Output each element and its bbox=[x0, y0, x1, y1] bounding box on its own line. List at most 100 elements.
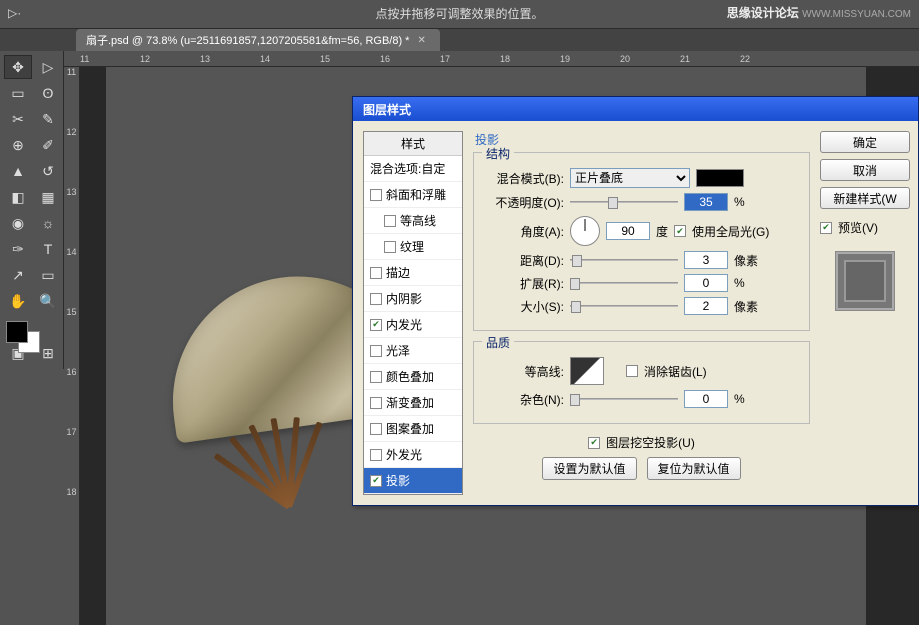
spread-label: 扩展(R): bbox=[486, 275, 564, 292]
distance-slider[interactable] bbox=[570, 253, 678, 267]
tools-panel: ✥ ▷ ▭ ʘ ✂ ✎ ⊕ ✐ ▲ ↺ ◧ ▦ ◉ ☼ ✑ T ↗ ▭ ✋ 🔍 … bbox=[0, 51, 64, 369]
angle-dial[interactable] bbox=[570, 216, 600, 246]
contour-row[interactable]: 等高线 bbox=[364, 208, 462, 234]
hand-tool[interactable]: ✋ bbox=[4, 289, 32, 313]
params-panel: 投影 结构 混合模式(B): 正片叠底 不透明度(O): % 角度(A): bbox=[473, 131, 810, 495]
cancel-button[interactable]: 取消 bbox=[820, 159, 910, 181]
eraser-tool[interactable]: ◧ bbox=[4, 185, 32, 209]
eyedropper-tool[interactable]: ✎ bbox=[34, 107, 62, 131]
knockout-checkbox[interactable] bbox=[588, 437, 600, 449]
satin-row[interactable]: 光泽 bbox=[364, 338, 462, 364]
noise-input[interactable] bbox=[684, 390, 728, 408]
color-swatches[interactable] bbox=[4, 319, 62, 355]
global-light-checkbox[interactable] bbox=[674, 225, 686, 237]
knockout-label: 图层挖空投影(U) bbox=[606, 434, 695, 451]
styles-header[interactable]: 样式 bbox=[364, 132, 462, 156]
ruler-vertical: 1112131415161718 bbox=[64, 67, 80, 625]
dodge-tool[interactable]: ☼ bbox=[34, 211, 62, 235]
outer-glow-row[interactable]: 外发光 bbox=[364, 442, 462, 468]
layer-style-dialog: 图层样式 样式 混合选项:自定 斜面和浮雕 等高线 纹理 描边 内阴影 内发光 … bbox=[352, 96, 919, 506]
antialias-checkbox[interactable] bbox=[626, 365, 638, 377]
quality-group: 品质 等高线: 消除锯齿(L) 杂色(N): % bbox=[473, 341, 810, 424]
angle-unit: 度 bbox=[656, 223, 668, 240]
document-tab-title: 扇子.psd @ 73.8% (u=2511691857,1207205581&… bbox=[86, 32, 409, 48]
distance-label: 距离(D): bbox=[486, 252, 564, 269]
pattern-overlay-row[interactable]: 图案叠加 bbox=[364, 416, 462, 442]
size-input[interactable] bbox=[684, 297, 728, 315]
watermark-brand: 思缘设计论坛 bbox=[727, 6, 799, 20]
ok-button[interactable]: 确定 bbox=[820, 131, 910, 153]
path-select-tool[interactable]: ▷ bbox=[34, 55, 62, 79]
size-slider[interactable] bbox=[570, 299, 678, 313]
inner-shadow-row[interactable]: 内阴影 bbox=[364, 286, 462, 312]
document-tab[interactable]: 扇子.psd @ 73.8% (u=2511691857,1207205581&… bbox=[76, 29, 440, 51]
preview-checkbox[interactable] bbox=[820, 222, 832, 234]
quality-legend: 品质 bbox=[482, 334, 514, 351]
stamp-tool[interactable]: ▲ bbox=[4, 159, 32, 183]
type-tool[interactable]: T bbox=[34, 237, 62, 261]
shadow-color-swatch[interactable] bbox=[696, 169, 744, 187]
inner-glow-row[interactable]: 内发光 bbox=[364, 312, 462, 338]
reset-default-button[interactable]: 复位为默认值 bbox=[647, 457, 741, 480]
noise-label: 杂色(N): bbox=[486, 391, 564, 408]
watermark-url: WWW.MISSYUAN.COM bbox=[802, 9, 911, 20]
move-tool[interactable]: ✥ bbox=[4, 55, 32, 79]
bevel-row[interactable]: 斜面和浮雕 bbox=[364, 182, 462, 208]
blending-options-row[interactable]: 混合选项:自定 bbox=[364, 156, 462, 182]
options-hint: 点按并拖移可调整效果的位置。 bbox=[375, 5, 543, 22]
lasso-tool[interactable]: ʘ bbox=[34, 81, 62, 105]
blend-mode-label: 混合模式(B): bbox=[486, 170, 564, 187]
size-label: 大小(S): bbox=[486, 298, 564, 315]
noise-slider[interactable] bbox=[570, 392, 678, 406]
preview-thumbnail bbox=[835, 251, 895, 311]
zoom-tool[interactable]: 🔍 bbox=[34, 289, 62, 313]
size-unit: 像素 bbox=[734, 298, 758, 315]
marquee-tool[interactable]: ▭ bbox=[4, 81, 32, 105]
spread-input[interactable] bbox=[684, 274, 728, 292]
antialias-label: 消除锯齿(L) bbox=[644, 363, 707, 380]
dialog-title[interactable]: 图层样式 bbox=[353, 97, 918, 121]
blend-mode-select[interactable]: 正片叠底 bbox=[570, 168, 690, 188]
foreground-color-swatch[interactable] bbox=[6, 321, 28, 343]
opacity-unit: % bbox=[734, 195, 745, 209]
gradient-overlay-row[interactable]: 渐变叠加 bbox=[364, 390, 462, 416]
opacity-input[interactable] bbox=[684, 193, 728, 211]
crop-tool[interactable]: ✂ bbox=[4, 107, 32, 131]
global-light-label: 使用全局光(G) bbox=[692, 223, 769, 240]
drop-shadow-row[interactable]: 投影 bbox=[364, 468, 462, 494]
styles-list: 样式 混合选项:自定 斜面和浮雕 等高线 纹理 描边 内阴影 内发光 光泽 颜色… bbox=[363, 131, 463, 495]
dialog-button-column: 确定 取消 新建样式(W 预览(V) bbox=[820, 131, 916, 495]
contour-label: 等高线: bbox=[486, 363, 564, 380]
spread-slider[interactable] bbox=[570, 276, 678, 290]
history-brush-tool[interactable]: ↺ bbox=[34, 159, 62, 183]
brush-tool[interactable]: ✐ bbox=[34, 133, 62, 157]
distance-unit: 像素 bbox=[734, 252, 758, 269]
path-tool[interactable]: ↗ bbox=[4, 263, 32, 287]
healing-tool[interactable]: ⊕ bbox=[4, 133, 32, 157]
move-tool-indicator[interactable]: ▷· bbox=[8, 6, 21, 20]
document-tab-bar: 扇子.psd @ 73.8% (u=2511691857,1207205581&… bbox=[0, 29, 919, 51]
panel-title: 投影 bbox=[475, 131, 810, 148]
contour-picker[interactable] bbox=[570, 357, 604, 385]
texture-row[interactable]: 纹理 bbox=[364, 234, 462, 260]
stroke-row[interactable]: 描边 bbox=[364, 260, 462, 286]
close-icon[interactable]: ✕ bbox=[417, 35, 425, 46]
ruler-horizontal: 111213141516171819202122 bbox=[64, 51, 919, 67]
blur-tool[interactable]: ◉ bbox=[4, 211, 32, 235]
noise-unit: % bbox=[734, 392, 745, 406]
new-style-button[interactable]: 新建样式(W bbox=[820, 187, 910, 209]
structure-legend: 结构 bbox=[482, 145, 514, 162]
gradient-tool[interactable]: ▦ bbox=[34, 185, 62, 209]
spread-unit: % bbox=[734, 276, 745, 290]
structure-group: 结构 混合模式(B): 正片叠底 不透明度(O): % 角度(A): 度 bbox=[473, 152, 810, 331]
color-overlay-row[interactable]: 颜色叠加 bbox=[364, 364, 462, 390]
shape-tool[interactable]: ▭ bbox=[34, 263, 62, 287]
preview-label: 预览(V) bbox=[838, 219, 878, 236]
opacity-slider[interactable] bbox=[570, 195, 678, 209]
opacity-label: 不透明度(O): bbox=[486, 194, 564, 211]
pen-tool[interactable]: ✑ bbox=[4, 237, 32, 261]
angle-label: 角度(A): bbox=[486, 223, 564, 240]
distance-input[interactable] bbox=[684, 251, 728, 269]
angle-input[interactable] bbox=[606, 222, 650, 240]
make-default-button[interactable]: 设置为默认值 bbox=[542, 457, 636, 480]
